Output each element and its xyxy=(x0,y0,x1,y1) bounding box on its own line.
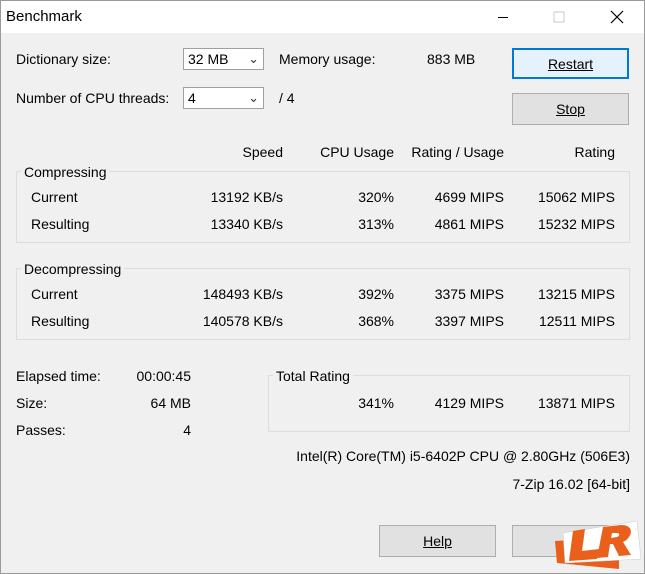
decompress-current-rating: 13215 MIPS xyxy=(537,286,615,302)
decompress-resulting-rating: 12511 MIPS xyxy=(538,313,615,329)
compressing-group xyxy=(16,171,630,243)
title-bar: Benchmark xyxy=(1,1,644,33)
maximize-button xyxy=(536,1,582,33)
cpu-threads-label: Number of CPU threads: xyxy=(16,90,170,106)
window-title: Benchmark xyxy=(6,8,82,25)
column-cpu-usage: CPU Usage xyxy=(320,144,394,160)
cpu-info: Intel(R) Core(TM) i5-6402P CPU @ 2.80GHz… xyxy=(296,448,630,464)
size-label: Size: xyxy=(16,395,48,411)
compress-resulting-rating: 15232 MIPS xyxy=(537,216,615,232)
total-rating-usage: 4129 MIPS xyxy=(434,395,504,411)
cpu-threads-value: 4 xyxy=(188,90,196,106)
dictionary-size-label: Dictionary size: xyxy=(16,51,111,67)
decompress-resulting-rating-usage: 3397 MIPS xyxy=(434,313,504,329)
decompress-current-speed: 148493 KB/s xyxy=(202,286,283,302)
decompressing-title: Decompressing xyxy=(21,261,125,277)
elapsed-time-value: 00:00:45 xyxy=(136,368,192,384)
elapsed-time-label: Elapsed time: xyxy=(16,368,101,384)
compressing-title: Compressing xyxy=(21,164,110,180)
decompress-current-rating-usage: 3375 MIPS xyxy=(434,286,504,302)
compress-current-rating: 15062 MIPS xyxy=(537,189,615,205)
memory-usage-value: 883 MB xyxy=(427,51,476,67)
column-speed: Speed xyxy=(242,144,283,160)
dictionary-size-select[interactable]: 32 MB ⌄ xyxy=(183,48,264,70)
compress-resulting-speed: 13340 KB/s xyxy=(210,216,283,232)
chevron-down-icon: ⌄ xyxy=(248,51,259,66)
column-rating: Rating xyxy=(574,144,615,160)
help-button[interactable]: Help xyxy=(379,525,496,557)
total-cpu: 341% xyxy=(358,395,394,411)
column-rating-usage: Rating / Usage xyxy=(411,144,504,160)
legit-reviews-logo xyxy=(555,520,642,569)
decompress-resulting-speed: 140578 KB/s xyxy=(202,313,283,329)
version-info: 7-Zip 16.02 [64-bit] xyxy=(512,476,630,492)
minimize-button[interactable] xyxy=(480,1,526,33)
total-rating-title: Total Rating xyxy=(273,368,353,384)
restart-button[interactable]: Restart xyxy=(512,48,629,79)
compress-current-rating-usage: 4699 MIPS xyxy=(434,189,504,205)
stop-button-label: Stop xyxy=(556,101,585,117)
decompress-resulting-cpu: 368% xyxy=(358,313,394,329)
help-button-label: Help xyxy=(423,533,452,549)
decompress-current-label: Current xyxy=(31,286,78,302)
compress-current-label: Current xyxy=(31,189,78,205)
decompressing-group xyxy=(16,268,630,340)
minimize-icon xyxy=(498,17,508,18)
maximize-icon xyxy=(553,11,565,23)
chevron-down-icon: ⌄ xyxy=(248,90,259,105)
memory-usage-label: Memory usage: xyxy=(279,51,376,67)
close-button[interactable] xyxy=(594,1,640,33)
compress-current-speed: 13192 KB/s xyxy=(210,189,283,205)
compress-current-cpu: 320% xyxy=(358,189,394,205)
compress-resulting-label: Resulting xyxy=(31,216,90,232)
compress-resulting-rating-usage: 4861 MIPS xyxy=(434,216,504,232)
cpu-threads-total: / 4 xyxy=(279,90,295,106)
compress-resulting-cpu: 313% xyxy=(358,216,394,232)
total-rating-value: 13871 MIPS xyxy=(537,395,615,411)
restart-button-label: Restart xyxy=(547,55,594,72)
passes-value: 4 xyxy=(183,422,191,438)
decompress-current-cpu: 392% xyxy=(358,286,394,302)
passes-label: Passes: xyxy=(16,422,66,438)
benchmark-window: Benchmark Dictionary size: 32 MB ⌄ Memor… xyxy=(0,0,645,574)
cpu-threads-select[interactable]: 4 ⌄ xyxy=(183,87,264,109)
decompress-resulting-label: Resulting xyxy=(31,313,90,329)
size-value: 64 MB xyxy=(150,395,191,411)
stop-button[interactable]: Stop xyxy=(512,93,629,125)
dictionary-size-value: 32 MB xyxy=(188,51,229,67)
close-icon xyxy=(610,10,624,24)
